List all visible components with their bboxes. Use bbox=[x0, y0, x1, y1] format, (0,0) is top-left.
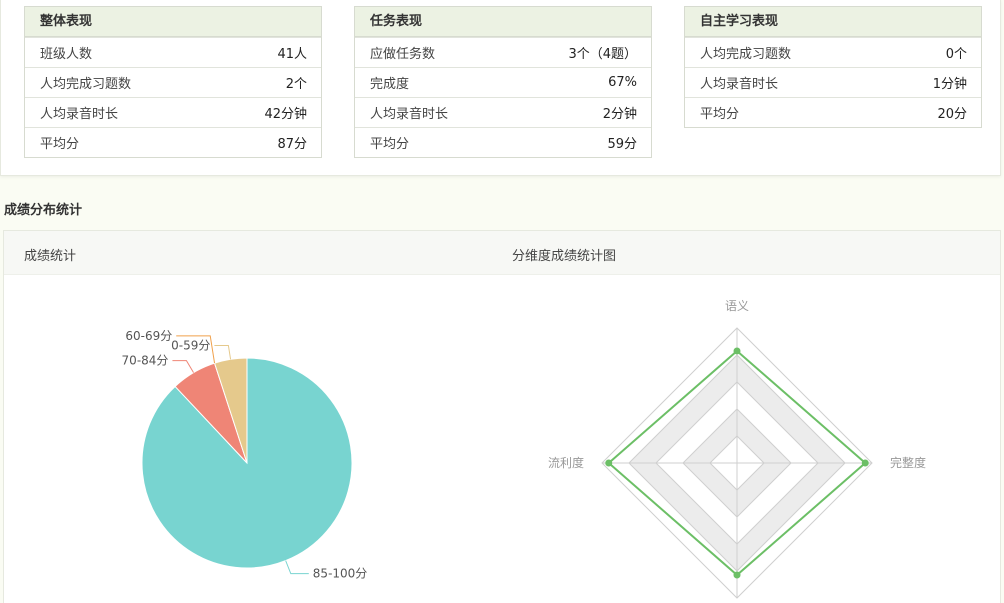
pie-label-line bbox=[285, 560, 309, 575]
radar-axis-label: 完整度 bbox=[890, 455, 926, 470]
pie-label: 60-69分 bbox=[125, 329, 172, 343]
pie-label: 85-100分 bbox=[313, 567, 368, 581]
radar-point bbox=[733, 571, 741, 579]
radar-point bbox=[733, 347, 741, 355]
radar-axis-label: 流利度 bbox=[548, 455, 584, 470]
score-pie-chart: 85-100分 70-84分 60-69分0-59分 bbox=[122, 329, 368, 581]
dimension-radar-chart: 语义完整度准确度流利度 bbox=[548, 299, 926, 599]
radar-axis-label: 语义 bbox=[725, 299, 749, 313]
pie-label: 0-59分 bbox=[171, 338, 210, 352]
charts-canvas: 85-100分70-84分60-69分0-59分 语义完整度准确度流利度 bbox=[122, 299, 926, 599]
pie-label: 70-84分 bbox=[122, 354, 169, 368]
radar-point bbox=[861, 459, 869, 467]
pie-label-line bbox=[214, 344, 232, 360]
pie-label-line bbox=[172, 360, 194, 373]
radar-point bbox=[605, 459, 613, 467]
